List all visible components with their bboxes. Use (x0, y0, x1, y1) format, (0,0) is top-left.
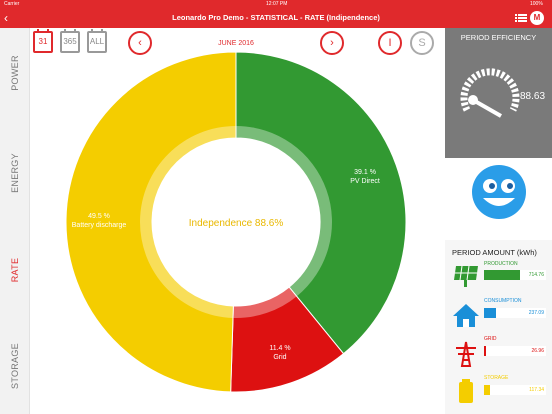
grid-fill (484, 346, 486, 356)
consumption-fill (484, 308, 496, 318)
slice-value-label: 49.5 % (88, 213, 110, 220)
production-bar: 714.76 (484, 270, 546, 280)
storage-label: STORAGE (484, 375, 509, 381)
consumption-label: CONSUMPTION (484, 298, 522, 304)
battery-text: 100% (530, 1, 543, 7)
efficiency-value: 88.63 (520, 91, 546, 102)
grid-label: GRID (484, 336, 497, 342)
slice-name-label: Grid (273, 354, 286, 361)
efficiency-panel: PERIOD EFFICIENCY 88.63 (445, 28, 552, 158)
grid-bar: 26.96 (484, 346, 546, 356)
storage-value: 117.34 (529, 387, 544, 393)
efficiency-title: PERIOD EFFICIENCY (460, 33, 537, 42)
solar-panel-icon (454, 265, 478, 287)
list-icon[interactable] (515, 12, 527, 24)
independence-donut-chart: 39.1 % PV Direct 11.4 % Grid 49.5 % Battery d… (65, 51, 407, 393)
consumption-value: 237.09 (528, 310, 544, 316)
grid-value: 26.96 (531, 348, 544, 354)
slice-name-label: Battery discharge (72, 222, 127, 229)
battery-icon (459, 379, 473, 403)
slice-value-label: 39.1 % (354, 169, 376, 176)
storage-bar: 117.34 (484, 385, 546, 395)
center-label: Independence 88.6% (189, 218, 284, 229)
smiley-icon (472, 165, 526, 219)
smiley-panel (445, 158, 552, 240)
slice-value-label: 11.4 % (269, 345, 290, 352)
production-fill (484, 270, 520, 280)
consumption-bar: 237.09 (484, 308, 546, 318)
gauge-icon (460, 68, 520, 118)
production-value: 714.76 (528, 272, 544, 278)
storage-fill (484, 385, 491, 395)
power-pylon-icon (456, 341, 476, 367)
slice-name-label: PV Direct (350, 178, 380, 185)
production-label: PRODUCTION (484, 261, 518, 267)
period-amount-title: PERIOD AMOUNT (kWh) (452, 248, 537, 257)
app-logo[interactable]: M (530, 11, 544, 25)
house-icon (453, 304, 479, 327)
